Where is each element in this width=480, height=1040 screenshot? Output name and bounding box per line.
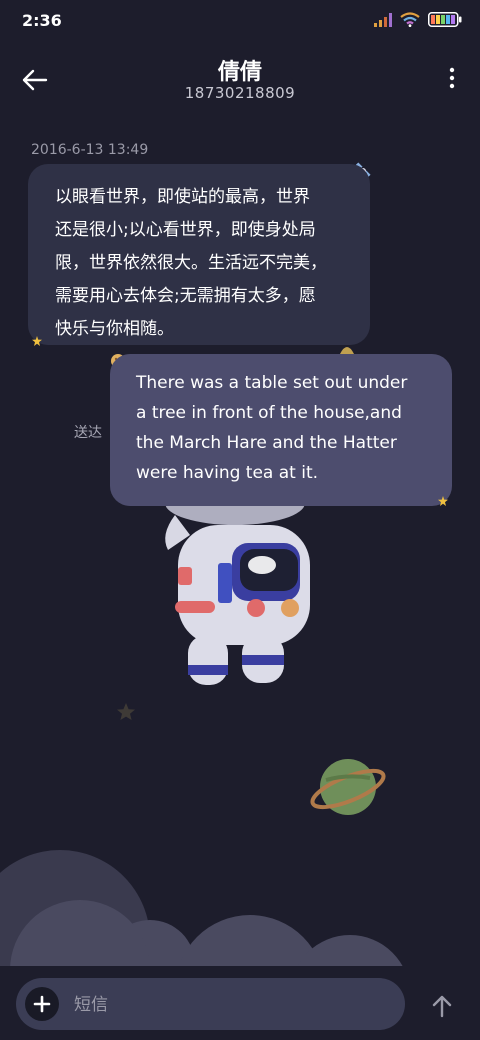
contact-phone: 18730218809 [184,84,296,102]
delivery-status: 送达 [74,425,102,441]
composer-pill [16,978,405,1030]
status-bar: 2:36 [0,0,480,44]
contact-name: 倩倩 [217,60,262,85]
small-star-icon [438,496,448,506]
outgoing-message-line: were having tea at it. [136,463,319,483]
conversation-header: 倩倩 18730218809 [0,44,480,124]
wifi-icon [400,12,420,27]
incoming-message-line: 需要用心去体会;无需拥有太多，愿 [55,286,316,306]
planet-icon [310,759,386,815]
cloud-illustration [0,850,405,970]
incoming-message-line: 快乐与你相随。 [55,319,174,339]
arrow-up-icon [432,995,452,1018]
plus-icon [33,995,51,1013]
message-input[interactable] [72,990,386,1020]
more-options-button[interactable] [446,66,458,90]
outgoing-message-line: the March Hare and the Hatter [136,433,397,453]
incoming-message-line: 还是很小;以心看世界，即使身处局 [55,220,316,240]
incoming-message-line: 限，世界依然很大。生活远不完美， [55,253,327,273]
outgoing-message-bubble[interactable]: There was a table set out under a tree i… [110,354,452,506]
outgoing-message-line: a tree in front of the house,and [136,403,402,423]
astronaut-illustration [165,495,310,685]
outgoing-message-line: There was a table set out under [136,373,408,393]
status-time: 2:36 [22,11,62,30]
add-attachment-button[interactable] [25,987,59,1021]
signal-icon [374,12,392,27]
incoming-message-line: 以眼看世界，即使站的最高，世界 [55,187,310,207]
status-icons [374,12,462,27]
star-icon [117,703,135,720]
small-star-icon [32,336,42,346]
send-button[interactable] [428,992,456,1020]
composer-bar [0,966,480,1040]
battery-icon [428,12,462,27]
more-vertical-icon [449,67,455,89]
message-timestamp: 2016-6-13 13:49 [31,142,149,158]
incoming-message-bubble[interactable]: 以眼看世界，即使站的最高，世界 还是很小;以心看世界，即使身处局 限，世界依然很… [28,164,370,345]
